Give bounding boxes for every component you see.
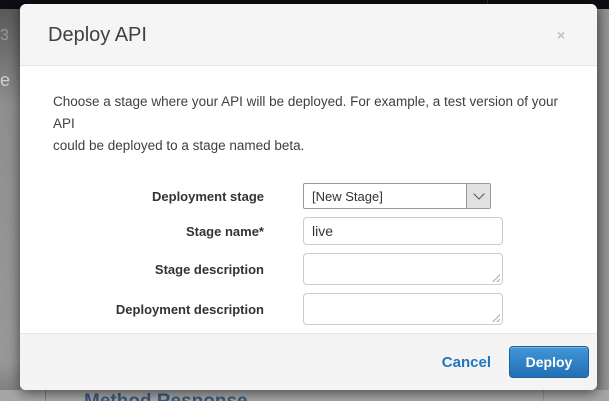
form-row-deployment-stage: Deployment stage [New Stage] [53,183,569,210]
form-row-deployment-description: Deployment description [53,293,569,326]
background-panel-divider [543,390,544,401]
dialog-description: Choose a stage where your API will be de… [53,91,569,157]
deployment-description-textarea[interactable] [303,293,503,326]
dialog-title: Deploy API [48,24,147,46]
dialog-footer: Cancel Deploy [20,333,597,390]
stage-name-label: Stage name* [185,223,264,239]
resize-grip-icon[interactable] [490,312,500,323]
background-left-strip [0,9,20,401]
form-row-stage-description: Stage description [53,253,569,286]
deployment-stage-label: Deployment stage [152,188,264,204]
dialog-header: Deploy API × [20,4,597,67]
background-method-response-heading: Method Response [84,391,248,401]
dialog-body: Choose a stage where your API will be de… [20,66,597,334]
description-line: could be deployed to a stage named beta. [53,138,305,154]
resize-grip-icon[interactable] [490,272,500,283]
background-right-strip [597,9,609,401]
background-panel-divider [45,390,46,401]
stage-description-textarea[interactable] [303,253,503,286]
description-line: Choose a stage where your API will be de… [53,94,559,132]
deployment-stage-selected-value: [New Stage] [312,189,383,205]
background-text-fragment: e [0,70,11,90]
chevron-down-icon [472,188,485,201]
form-row-stage-name: Stage name* [53,217,569,246]
background-text-fragment: 3 [0,27,9,44]
deployment-description-label: Deployment description [115,301,264,317]
cancel-button[interactable]: Cancel [442,354,491,371]
stage-description-label: Stage description [154,261,264,277]
deploy-button-label: Deploy [525,354,573,371]
background-bottom-strip: Method Response [0,390,609,401]
stage-name-input[interactable] [303,217,503,246]
deploy-button[interactable]: Deploy [509,346,589,379]
deploy-api-dialog: Deploy API × Choose a stage where your A… [20,4,597,390]
select-arrow-button[interactable] [466,184,490,209]
close-icon[interactable]: × [557,28,565,42]
deployment-stage-select[interactable]: [New Stage] [303,183,491,210]
